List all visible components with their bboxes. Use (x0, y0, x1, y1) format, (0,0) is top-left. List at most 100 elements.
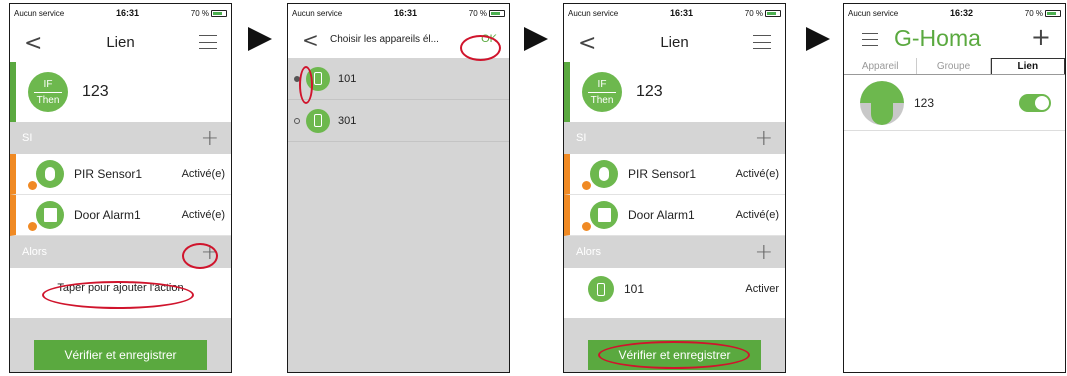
condition-row[interactable]: PIR Sensor1 Activé(e) (564, 154, 785, 195)
back-icon[interactable]: < (302, 28, 319, 52)
tab-bar: Appareil Groupe Lien (844, 58, 1065, 75)
device-name: Door Alarm1 (74, 208, 141, 222)
radio-unselected[interactable] (294, 117, 300, 124)
door-alarm-icon (582, 201, 618, 231)
device-state: Activé(e) (735, 168, 779, 180)
condition-row[interactable]: Door Alarm1 Activé(e) (10, 195, 231, 236)
if-label: IF (43, 78, 53, 90)
status-bar: Aucun service 16:31 70 % (10, 4, 231, 22)
page-title: Choisir les appareils él... (330, 34, 439, 45)
battery-label: 70 % (1024, 8, 1043, 18)
device-state: Activer (745, 283, 779, 295)
carrier-label: Aucun service (14, 8, 65, 18)
add-icon[interactable]: + (1031, 23, 1051, 51)
device-state: Activé(e) (735, 209, 779, 221)
si-section: SI + (564, 122, 785, 154)
carrier-label: Aucun service (568, 8, 619, 18)
then-label: Then (590, 94, 614, 106)
add-action-icon[interactable]: + (755, 240, 773, 265)
si-label: SI (22, 132, 33, 144)
arrow-icon (524, 27, 548, 51)
back-icon[interactable]: < (578, 31, 596, 56)
battery-indicator: 70 % (1025, 9, 1061, 18)
device-list: 101 301 (288, 58, 509, 372)
battery-label: 70 % (744, 8, 763, 18)
list-item[interactable]: 123 (844, 75, 1065, 131)
status-bar: Aucun service 16:31 70 % (288, 4, 509, 22)
rule-name: 123 (82, 83, 109, 100)
if-then-icon: IF Then (582, 72, 622, 112)
link-name: 123 (914, 95, 935, 110)
action-row[interactable]: 101 Activer (564, 268, 785, 310)
device-name: 301 (338, 114, 357, 127)
clock: 16:31 (393, 8, 418, 18)
then-label: Then (36, 94, 60, 106)
battery-label: 70 % (468, 8, 487, 18)
device-name: PIR Sensor1 (628, 167, 697, 181)
arrow-icon (806, 27, 830, 51)
page-title: Lien (660, 33, 689, 51)
add-condition-icon[interactable]: + (755, 126, 773, 151)
condition-row[interactable]: PIR Sensor1 Activé(e) (10, 154, 231, 195)
plug-icon (306, 108, 330, 133)
battery-indicator: 70 % (469, 9, 505, 18)
alors-label: Alors (22, 246, 48, 258)
page-title: Lien (106, 33, 135, 51)
tab-lien[interactable]: Lien (990, 58, 1065, 74)
verify-save-button[interactable]: Vérifier et enregistrer (34, 340, 207, 370)
plug-icon (588, 276, 614, 302)
add-condition-icon[interactable]: + (201, 126, 219, 151)
menu-icon[interactable] (753, 35, 771, 49)
device-name: 101 (624, 282, 645, 296)
pir-sensor-icon (582, 160, 618, 190)
highlight-ellipse (460, 35, 501, 61)
battery-indicator: 70 % (191, 9, 227, 18)
rule-name: 123 (636, 83, 663, 100)
rule-header[interactable]: IF Then 123 (10, 62, 231, 122)
nav-bar: < Lien (564, 22, 785, 62)
device-state: Activé(e) (181, 168, 225, 180)
status-bar: Aucun service 16:31 70 % (564, 4, 785, 22)
si-section: SI + (10, 122, 231, 154)
rule-header[interactable]: IF Then 123 (564, 62, 785, 122)
device-name: 101 (338, 72, 357, 85)
battery-icon (210, 9, 227, 17)
alors-section: Alors + (564, 236, 785, 268)
screen-link-with-action: Aucun service 16:31 70 % < Lien IF Then … (563, 3, 786, 373)
list-item[interactable]: 301 (288, 100, 509, 142)
pir-sensor-icon (28, 160, 64, 190)
highlight-ellipse (182, 243, 218, 269)
battery-icon (488, 9, 505, 17)
carrier-label: Aucun service (848, 8, 899, 18)
highlight-ellipse (598, 341, 750, 369)
list-item[interactable]: 101 (288, 58, 509, 100)
menu-icon[interactable] (199, 35, 217, 49)
door-alarm-icon (28, 201, 64, 231)
if-label: IF (597, 78, 607, 90)
screen-link-edit: Aucun service 16:31 70 % < Lien IF Then … (9, 3, 232, 373)
link-devices-icon (860, 80, 904, 125)
highlight-ellipse (42, 281, 194, 309)
device-name: Door Alarm1 (628, 208, 695, 222)
alors-label: Alors (576, 246, 602, 258)
battery-icon (1044, 9, 1061, 17)
nav-bar: < Lien (10, 22, 231, 62)
brand-logo: G-Homa (894, 25, 981, 51)
back-icon[interactable]: < (24, 31, 42, 56)
carrier-label: Aucun service (292, 8, 343, 18)
link-toggle[interactable] (1019, 93, 1051, 112)
menu-icon[interactable] (862, 33, 878, 46)
condition-row[interactable]: Door Alarm1 Activé(e) (564, 195, 785, 236)
arrow-icon (248, 27, 272, 51)
app-header: G-Homa + (844, 22, 1065, 58)
highlight-ellipse (299, 66, 313, 104)
battery-icon (764, 9, 781, 17)
if-then-icon: IF Then (28, 72, 68, 112)
clock: 16:31 (669, 8, 694, 18)
tab-appareil[interactable]: Appareil (844, 58, 918, 74)
screen-ghoma-links: Aucun service 16:32 70 % G-Homa + Appare… (843, 3, 1066, 373)
device-state: Activé(e) (181, 209, 225, 221)
battery-label: 70 % (190, 8, 209, 18)
battery-indicator: 70 % (745, 9, 781, 18)
tab-groupe[interactable]: Groupe (917, 58, 991, 74)
